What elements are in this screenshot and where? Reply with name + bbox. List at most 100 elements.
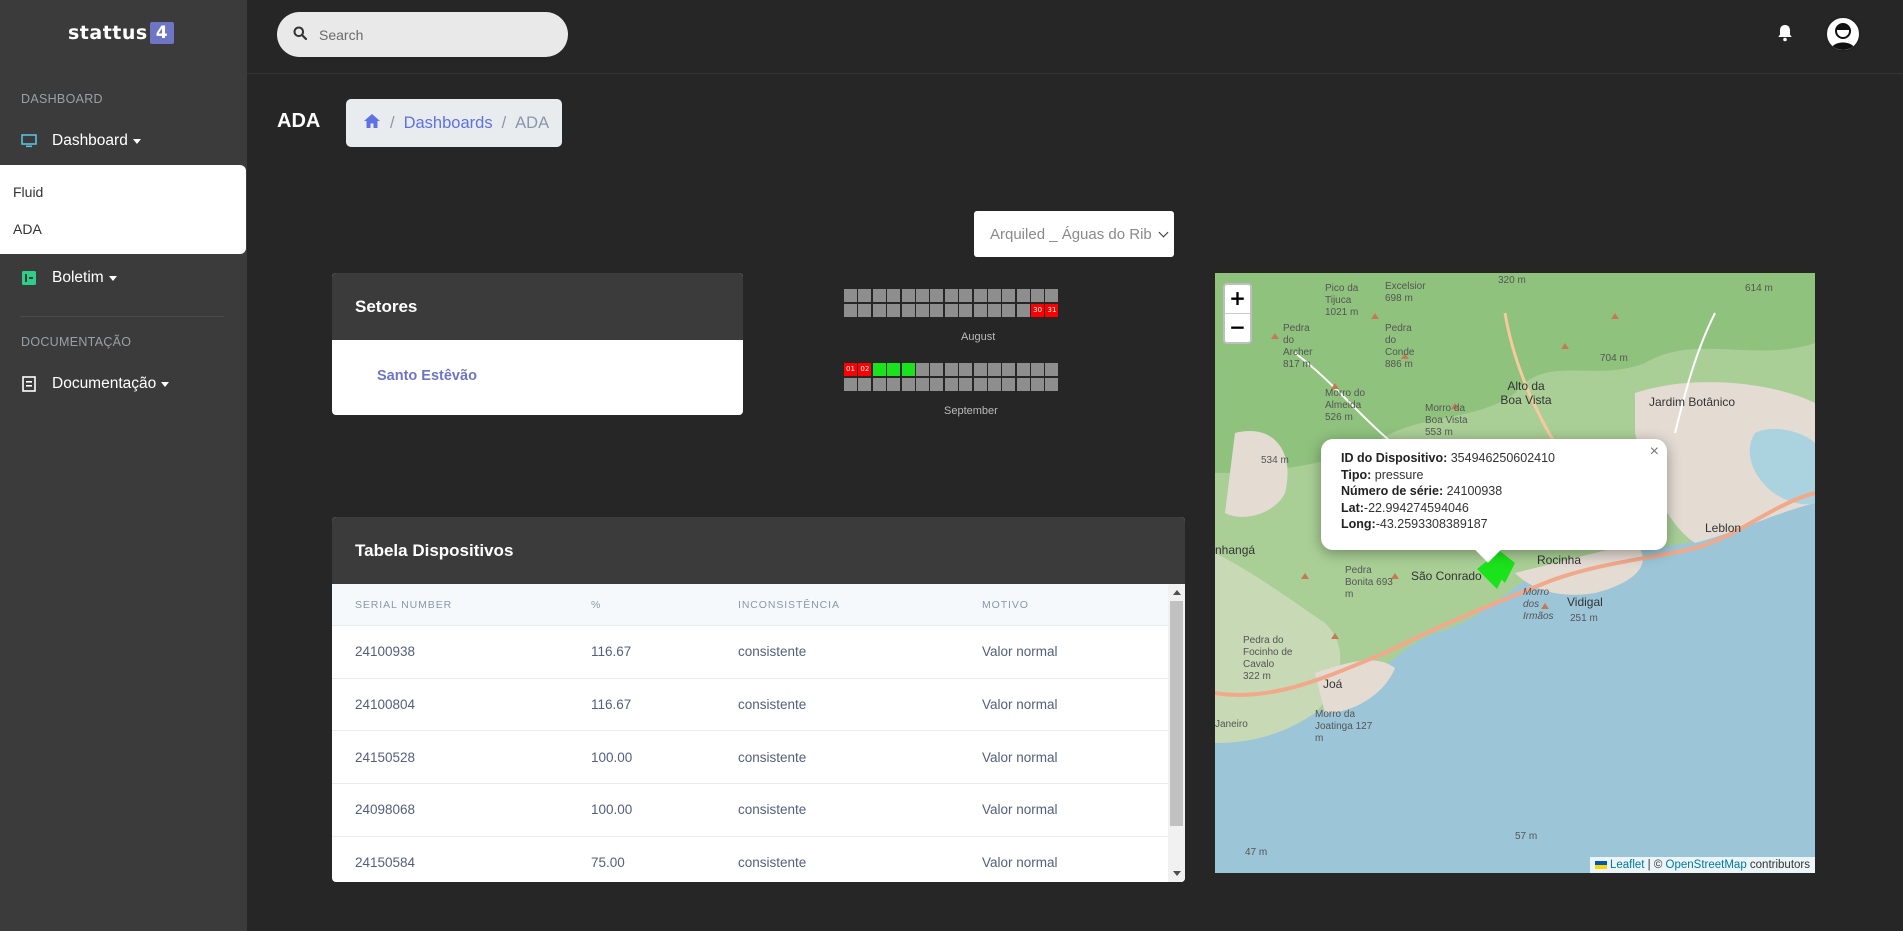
calendar-day-cell[interactable] (901, 377, 915, 391)
brand-logo[interactable]: stattus 4 (68, 22, 175, 44)
scroll-down-icon[interactable] (1173, 871, 1181, 876)
calendar-day-cell[interactable]: 30 (1031, 303, 1045, 317)
calendar-day-cell[interactable] (973, 363, 987, 376)
column-header[interactable]: MOTIVO (982, 599, 1029, 611)
calendar-day-cell[interactable] (872, 303, 886, 317)
calendar-day-cell[interactable] (1031, 363, 1045, 376)
calendar-day-cell[interactable] (973, 377, 987, 391)
page-title: ADA (277, 110, 321, 132)
calendar-day-cell[interactable] (858, 289, 872, 302)
dropdown-item-ada[interactable]: ADA (13, 221, 42, 237)
breadcrumb-link-dashboards[interactable]: Dashboards (404, 114, 493, 133)
calendar-day-cell[interactable] (1045, 377, 1059, 391)
user-avatar[interactable] (1825, 16, 1861, 52)
calendar-day-cell[interactable] (930, 303, 944, 317)
breadcrumb-separator: / (501, 113, 507, 132)
calendar-day-cell[interactable] (944, 363, 958, 376)
calendar-day-cell[interactable] (872, 377, 886, 391)
calendar-day-cell[interactable] (1016, 289, 1030, 302)
calendar-day-cell[interactable]: 02 (858, 363, 872, 376)
sidebar-item-documentacao[interactable]: Documentação (20, 375, 170, 393)
calendar-day-cell[interactable] (944, 377, 958, 391)
calendar-day-cell[interactable] (1031, 289, 1045, 302)
calendar-day-cell[interactable] (872, 363, 886, 376)
calendar-day-cell[interactable] (915, 303, 929, 317)
calendar-day-cell[interactable] (987, 289, 1001, 302)
calendar-day-cell[interactable] (915, 289, 929, 302)
search-box[interactable] (277, 12, 568, 57)
calendar-day-cell[interactable] (1002, 377, 1016, 391)
popup-field-label: Tipo: (1341, 467, 1372, 482)
sidebar-item-boletim[interactable]: Boletim (20, 269, 117, 287)
table-row[interactable]: 24150584 75.00 consistente Valor normal (332, 837, 1168, 882)
map-label: 251 m (1570, 613, 1598, 624)
calendar-day-cell[interactable]: 31 (1045, 303, 1059, 317)
calendar-day-cell[interactable] (1002, 289, 1016, 302)
table-cell: 24100804 (355, 697, 416, 713)
calendar-day-cell[interactable] (901, 289, 915, 302)
calendar-day-cell[interactable] (1002, 363, 1016, 376)
column-header[interactable]: SERIAL NUMBER (355, 599, 452, 611)
calendar-day-cell[interactable] (1016, 303, 1030, 317)
table-row[interactable]: 24100938 116.67 consistente Valor normal (332, 626, 1168, 679)
calendar-day-cell[interactable] (959, 363, 973, 376)
scroll-up-icon[interactable] (1173, 590, 1181, 595)
calendar-day-cell[interactable] (901, 363, 915, 376)
calendar-day-cell[interactable] (901, 303, 915, 317)
scrollbar-thumb[interactable] (1170, 601, 1183, 826)
device-map[interactable]: Alto da Boa Vista Jardim Botânico Rocinh… (1215, 273, 1815, 873)
calendar-day-cell[interactable] (887, 303, 901, 317)
calendar-day-cell[interactable] (872, 289, 886, 302)
calendar-day-cell[interactable] (887, 377, 901, 391)
popup-close-button[interactable]: × (1650, 443, 1659, 461)
zoom-in-button[interactable]: + (1225, 285, 1250, 314)
calendar-day-cell[interactable] (1031, 377, 1045, 391)
calendar-day-cell[interactable] (887, 363, 901, 376)
table-row[interactable]: 24098068 100.00 consistente Valor normal (332, 784, 1168, 837)
popup-field: Lat:-22.994274594046 (1341, 500, 1647, 517)
monitor-icon (20, 133, 38, 149)
osm-link[interactable]: OpenStreetMap (1666, 859, 1747, 871)
calendar-day-cell[interactable] (930, 363, 944, 376)
calendar-day-cell[interactable] (959, 303, 973, 317)
calendar-day-cell[interactable] (1002, 303, 1016, 317)
dropdown-item-fluid[interactable]: Fluid (13, 184, 43, 200)
calendar-day-cell[interactable] (1016, 363, 1030, 376)
calendar-day-cell[interactable] (959, 377, 973, 391)
calendar-day-cell[interactable] (844, 303, 857, 317)
calendar-day-cell[interactable] (844, 289, 857, 302)
column-header[interactable]: INCONSISTÊNCIA (738, 599, 840, 611)
calendar-day-cell[interactable] (844, 377, 857, 391)
sidebar-item-dashboard[interactable]: Dashboard (20, 132, 141, 150)
calendar-day-cell[interactable] (973, 303, 987, 317)
calendar-day-cell[interactable] (1016, 377, 1030, 391)
calendar-day-cell[interactable] (1045, 289, 1059, 302)
search-input[interactable] (319, 26, 549, 43)
calendar-day-cell[interactable] (1045, 363, 1059, 376)
calendar-day-cell[interactable] (858, 303, 872, 317)
calendar-day-cell[interactable] (944, 303, 958, 317)
bell-icon[interactable] (1777, 24, 1793, 46)
calendar-day-cell[interactable] (915, 377, 929, 391)
leaflet-link[interactable]: Leaflet (1610, 859, 1645, 871)
calendar-day-cell[interactable] (887, 289, 901, 302)
calendar-day-cell[interactable] (944, 289, 958, 302)
home-icon[interactable] (363, 113, 381, 134)
column-header[interactable]: % (591, 599, 601, 611)
calendar-day-cell[interactable] (987, 377, 1001, 391)
zoom-out-button[interactable]: − (1225, 314, 1250, 343)
client-select[interactable]: Arquiled _ Águas do Rib (974, 211, 1174, 257)
calendar-day-cell[interactable]: 01 (844, 363, 857, 376)
calendar-day-cell[interactable] (858, 377, 872, 391)
calendar-day-cell[interactable] (915, 363, 929, 376)
sector-link[interactable]: Santo Estêvão (377, 368, 477, 384)
calendar-day-cell[interactable] (987, 303, 1001, 317)
calendar-day-cell[interactable] (930, 377, 944, 391)
calendar-day-cell[interactable] (987, 363, 1001, 376)
calendar-day-cell[interactable] (930, 289, 944, 302)
calendar-day-cell[interactable] (959, 289, 973, 302)
table-row[interactable]: 24150528 100.00 consistente Valor normal (332, 731, 1168, 785)
calendar-day-cell[interactable] (973, 289, 987, 302)
table-scrollbar[interactable] (1168, 584, 1185, 882)
table-row[interactable]: 24100804 116.67 consistente Valor normal (332, 679, 1168, 732)
